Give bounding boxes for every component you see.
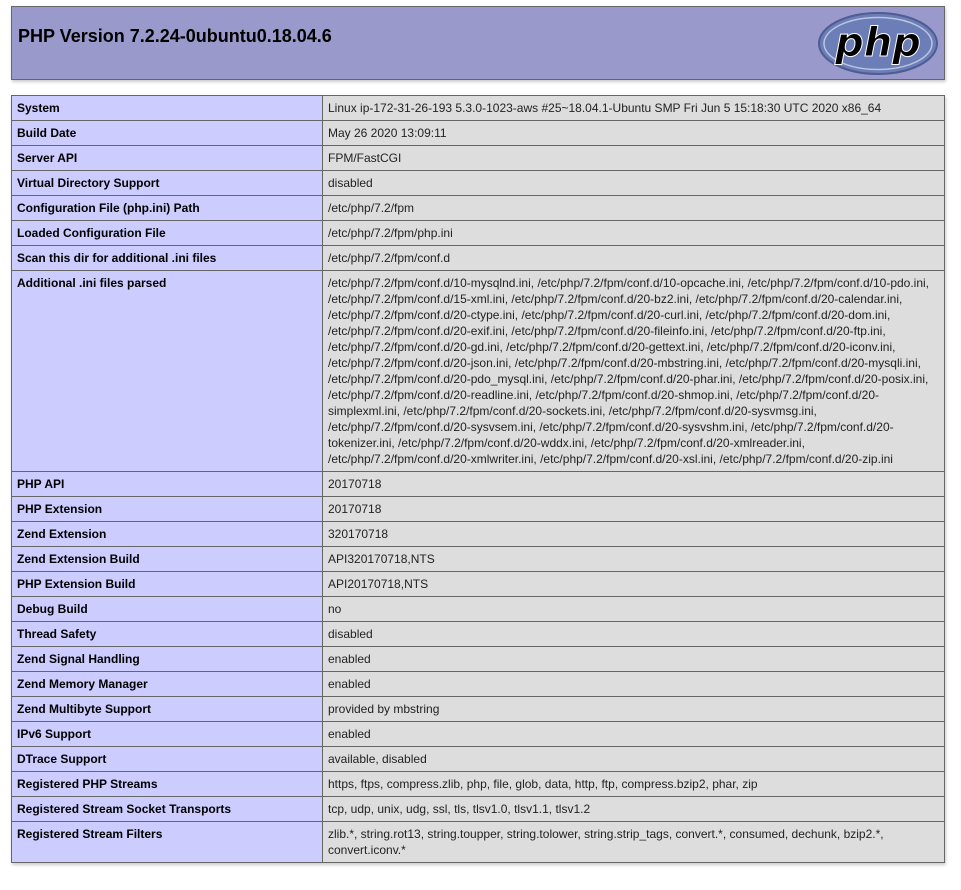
table-row: Registered PHP Streams https, ftps, compr…	[11, 771, 945, 797]
row-value: tcp, udp, unix, udg, ssl, tls, tlsv1.0, …	[322, 796, 945, 822]
table-row: Additional .ini files parsed/etc/php/7.2…	[11, 270, 945, 472]
row-key: Configuration File (php.ini) Path	[11, 195, 323, 221]
info-table: System Linux ip-172-31-26-193 5.3.0-1023-…	[11, 95, 945, 863]
page-title: PHP Version 7.2.24-0ubuntu0.18.04.6	[18, 26, 332, 46]
php-logo-icon[interactable]: php	[818, 12, 938, 75]
table-row: Registered Stream Socket Transports tcp, …	[11, 796, 945, 822]
table-row: PHP Extension 20170718	[11, 496, 945, 522]
row-key: Zend Signal Handling	[11, 646, 323, 672]
row-value: enabled	[322, 646, 945, 672]
table-row: Registered Stream Filters zlib.*, string.…	[11, 821, 945, 863]
row-value: disabled	[322, 621, 945, 647]
row-key: Server API	[11, 145, 323, 171]
row-value: 20170718	[322, 471, 945, 497]
row-key: Thread Safety	[11, 621, 323, 647]
table-row: Loaded Configuration File/etc/php/7.2/fp…	[11, 220, 945, 246]
table-row: System Linux ip-172-31-26-193 5.3.0-1023-…	[11, 95, 945, 121]
row-key: Build Date	[11, 120, 323, 146]
row-value: Linux ip-172-31-26-193 5.3.0-1023-aws #2…	[322, 95, 945, 121]
row-key: Zend Extension	[11, 521, 323, 547]
row-value: /etc/php/7.2/fpm/php.ini	[322, 220, 945, 246]
row-value: 320170718	[322, 521, 945, 547]
table-row: Zend Extension 320170718	[11, 521, 945, 547]
version-header: PHP Version 7.2.24-0ubuntu0.18.04.6 php	[11, 6, 945, 80]
row-value: no	[322, 596, 945, 622]
row-key: DTrace Support	[11, 746, 323, 772]
table-row: Server API FPM/FastCGI	[11, 145, 945, 171]
row-key: PHP Extension Build	[11, 571, 323, 597]
php-logo-text: php	[834, 20, 921, 66]
row-value: API20170718,NTS	[322, 571, 945, 597]
row-key: PHP API	[11, 471, 323, 497]
row-key: Registered Stream Socket Transports	[11, 796, 323, 822]
row-value: provided by mbstring	[322, 696, 945, 722]
row-key: Loaded Configuration File	[11, 220, 323, 246]
row-value: zlib.*, string.rot13, string.toupper, st…	[322, 821, 945, 863]
row-value: enabled	[322, 671, 945, 697]
row-key: PHP Extension	[11, 496, 323, 522]
table-row: IPv6 Support enabled	[11, 721, 945, 747]
row-key: Additional .ini files parsed	[11, 270, 323, 472]
table-row: Zend Multibyte Support provided by mbstri…	[11, 696, 945, 722]
table-row: Virtual Directory Support disabled	[11, 170, 945, 196]
table-row: Zend Signal Handling enabled	[11, 646, 945, 672]
table-row: Scan this dir for additional .ini files /…	[11, 245, 945, 271]
row-value: available, disabled	[322, 746, 945, 772]
row-value: FPM/FastCGI	[322, 145, 945, 171]
table-row: Configuration File (php.ini) Path/etc/ph…	[11, 195, 945, 221]
row-key: Zend Extension Build	[11, 546, 323, 572]
row-value: API320170718,NTS	[322, 546, 945, 572]
table-row: Build Date May 26 2020 13:09:11	[11, 120, 945, 146]
info-table-body: System Linux ip-172-31-26-193 5.3.0-1023-…	[11, 95, 945, 863]
table-row: PHP Extension Build API20170718,NTS	[11, 571, 945, 597]
table-row: DTrace Support available, disabled	[11, 746, 945, 772]
row-key: Scan this dir for additional .ini files	[11, 245, 323, 271]
row-value: disabled	[322, 170, 945, 196]
table-row: Zend Extension Build API320170718,NTS	[11, 546, 945, 572]
row-key: Zend Memory Manager	[11, 671, 323, 697]
row-value: /etc/php/7.2/fpm/conf.d	[322, 245, 945, 271]
row-value: /etc/php/7.2/fpm/conf.d/10-mysqlnd.ini, …	[322, 270, 945, 472]
row-value: enabled	[322, 721, 945, 747]
row-key: Debug Build	[11, 596, 323, 622]
row-key: Virtual Directory Support	[11, 170, 323, 196]
row-key: System	[11, 95, 323, 121]
table-row: Debug Build no	[11, 596, 945, 622]
table-row: PHP API 20170718	[11, 471, 945, 497]
row-key: Registered PHP Streams	[11, 771, 323, 797]
row-value: 20170718	[322, 496, 945, 522]
table-row: Zend Memory Manager enabled	[11, 671, 945, 697]
row-key: IPv6 Support	[11, 721, 323, 747]
row-value: May 26 2020 13:09:11	[322, 120, 945, 146]
row-value: https, ftps, compress.zlib, php, file, g…	[322, 771, 945, 797]
table-row: Thread Safety disabled	[11, 621, 945, 647]
row-key: Zend Multibyte Support	[11, 696, 323, 722]
phpinfo-page: PHP Version 7.2.24-0ubuntu0.18.04.6 php …	[0, 0, 961, 890]
row-key: Registered Stream Filters	[11, 821, 323, 863]
row-value: /etc/php/7.2/fpm	[322, 195, 945, 221]
